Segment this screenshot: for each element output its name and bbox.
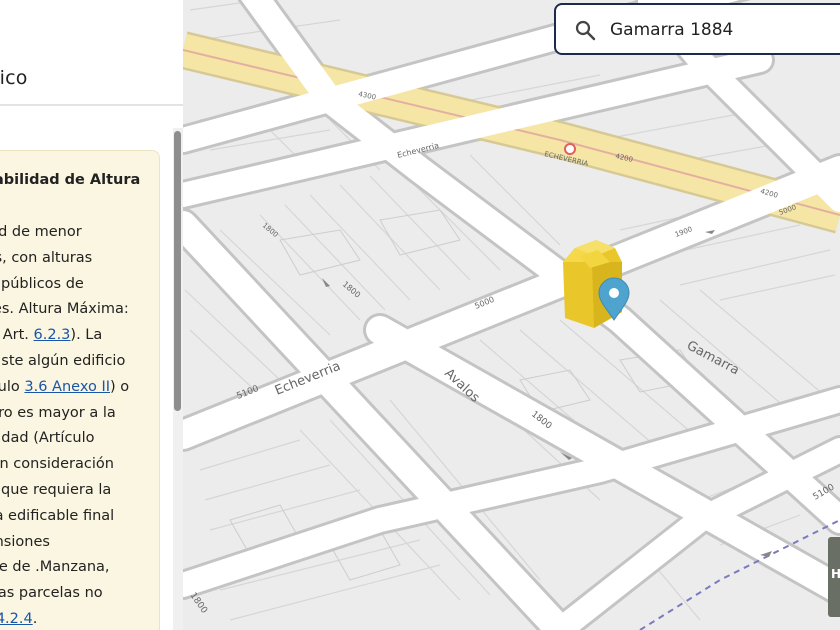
- basemap-thumbnail[interactable]: H: [828, 537, 840, 617]
- card-heading: abilidad de Altura: [0, 172, 141, 188]
- card-text-line: bilidad (Artículo: [0, 430, 95, 446]
- card-text-line: os que requiera la: [0, 482, 111, 498]
- card-text-line: 6.4.2.4.: [0, 611, 37, 627]
- info-panel: tico abilidad de Altura dad de menor res,…: [0, 0, 183, 630]
- search-input[interactable]: Gamarra 1884: [610, 20, 733, 40]
- card-text-line: ibre de .Manzana,: [0, 559, 110, 575]
- map-view[interactable]: Gamarra Avalos Echeverria ECHEVERRIA Ech…: [183, 0, 840, 630]
- panel-title: tico: [0, 67, 28, 89]
- card-text-line: dero es mayor a la: [0, 405, 116, 421]
- article-link[interactable]: 6.2.3: [34, 327, 71, 343]
- card-text: ). La: [70, 327, 103, 344]
- card-text: n las parcelas no: [0, 585, 103, 602]
- card-text: r en consideración: [0, 456, 114, 473]
- card-text-line: r en consideración: [0, 456, 114, 472]
- panel-divider: [0, 104, 183, 106]
- card-text-line: existe algún edificio: [0, 353, 125, 369]
- card-text: ales. Altura Máxima:: [0, 301, 129, 318]
- card-text: ibre de .Manzana,: [0, 559, 110, 576]
- thumbnail-label: H: [831, 567, 840, 581]
- card-text: tículo: [0, 378, 20, 395]
- card-text: .: [32, 611, 38, 627]
- card-text: tensiones: [0, 533, 50, 550]
- panel-scrollbar-thumb[interactable]: [174, 131, 181, 411]
- card-text-line: tículo 3.6 Anexo II) o: [0, 379, 129, 395]
- search-box[interactable]: Gamarra 1884: [554, 3, 840, 55]
- card-text-line: res, con alturas: [0, 250, 92, 266]
- card-text: os públicos de: [0, 275, 84, 292]
- card-text-line: dad de menor: [0, 224, 82, 240]
- card-text: res, con alturas: [0, 249, 93, 266]
- card-text-line: n las parcelas no: [0, 585, 103, 601]
- station-icon[interactable]: [564, 143, 576, 155]
- card-text: bilidad (Artículo: [0, 430, 95, 447]
- article-link[interactable]: 6.4.2.4: [0, 611, 33, 627]
- map-canvas[interactable]: Gamarra Avalos Echeverria ECHEVERRIA Ech…: [183, 0, 840, 630]
- card-text-line: ales. Altura Máxima:: [0, 301, 129, 317]
- search-icon[interactable]: [574, 19, 596, 41]
- article-link[interactable]: 3.6 Anexo II: [24, 379, 110, 395]
- card-text: os que requiera la: [0, 482, 112, 498]
- card-text: dero es mayor a la: [0, 404, 116, 421]
- card-text-line: os públicos de: [0, 276, 84, 292]
- card-text-line: en Art. 6.2.3). La: [0, 327, 102, 343]
- card-text: rea edificable final: [0, 507, 115, 524]
- card-text: ) o: [110, 378, 130, 395]
- card-text: existe algún edificio: [0, 353, 126, 369]
- card-text: dad de menor: [0, 224, 82, 240]
- card-text: en Art.: [0, 327, 29, 344]
- card-text-line: rea edificable final: [0, 508, 114, 524]
- card-text-line: tensiones: [0, 534, 50, 550]
